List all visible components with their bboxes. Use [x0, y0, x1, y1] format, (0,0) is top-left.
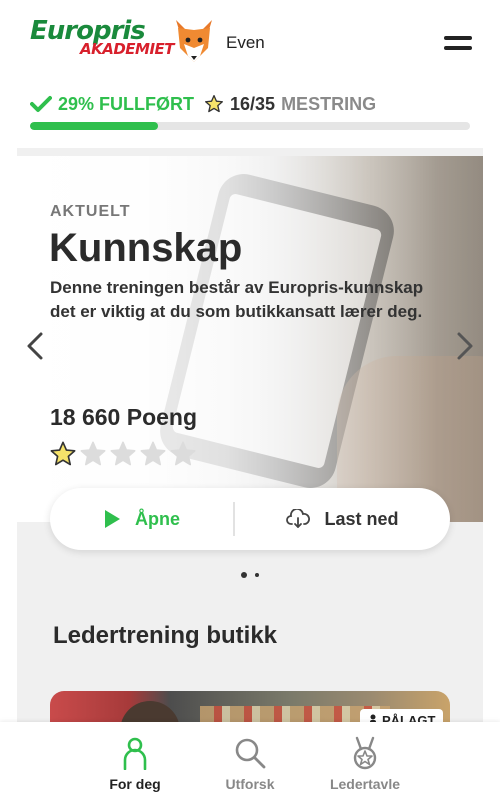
progress-bar-fill	[30, 122, 158, 130]
featured-course-hero[interactable]: AKTUELT Kunnskap Denne treningen består …	[17, 156, 483, 522]
nav-label-ledertavle: Ledertavle	[329, 776, 401, 792]
bottom-navigation: For deg Utforsk Ledertavle	[0, 722, 500, 800]
carousel-dot[interactable]	[241, 572, 247, 578]
mastery-label: MESTRING	[281, 93, 377, 114]
rating-stars	[49, 440, 197, 468]
carousel-prev-icon[interactable]	[23, 326, 47, 366]
nav-ledertavle[interactable]: Ledertavle	[305, 722, 425, 800]
star-icon	[205, 95, 224, 113]
hero-description: Denne treningen består av Europris-kunns…	[50, 278, 424, 321]
progress-summary: 29% FULLFØRT 16/35 MESTRING	[30, 93, 376, 115]
hero-title: Kunnskap	[49, 226, 243, 270]
europris-akademiet-logo[interactable]: Europris AKADEMIET	[30, 18, 175, 58]
search-icon	[235, 738, 266, 769]
carousel-dot[interactable]	[255, 573, 259, 577]
star-filled-icon	[50, 441, 76, 466]
hero-points: 18 660 Poeng	[50, 404, 198, 430]
star-empty-icon	[80, 441, 106, 466]
medal-icon	[353, 736, 377, 770]
username[interactable]: Even	[226, 33, 265, 53]
hamburger-menu-button[interactable]	[444, 36, 472, 54]
star-empty-icon	[110, 441, 136, 466]
completion-percent: 29% FULLFØRT	[58, 93, 195, 114]
menu-bar	[444, 46, 472, 50]
star-empty-icon	[140, 441, 166, 466]
mastery-count: 16/35	[230, 93, 276, 114]
nav-label-utforsk: Utforsk	[225, 776, 275, 792]
section-title: Ledertrening butikk	[53, 622, 278, 649]
hero-tag: AKTUELT	[50, 203, 131, 220]
menu-bar	[444, 36, 472, 40]
star-empty-icon	[170, 441, 196, 466]
person-icon	[123, 737, 147, 770]
course-actions: Åpne Last ned	[50, 488, 450, 550]
open-label: Åpne	[135, 508, 180, 529]
play-icon	[105, 510, 120, 528]
fox-avatar-icon[interactable]	[174, 18, 214, 64]
check-icon	[30, 96, 52, 112]
app-header: Europris AKADEMIET Even	[0, 0, 500, 90]
carousel-next-icon[interactable]	[453, 326, 477, 366]
nav-utforsk[interactable]: Utforsk	[190, 722, 310, 800]
download-label: Last ned	[324, 508, 399, 529]
carousel-indicator	[241, 572, 259, 578]
cloud-download-icon	[286, 509, 311, 528]
download-button[interactable]: Last ned	[235, 488, 450, 550]
logo-sub-text: AKADEMIET	[80, 40, 175, 58]
main-content: AKTUELT Kunnskap Denne treningen består …	[17, 148, 483, 728]
nav-for-deg[interactable]: For deg	[75, 722, 195, 800]
progress-bar	[30, 122, 470, 130]
nav-label-for-deg: For deg	[109, 776, 161, 792]
open-button[interactable]: Åpne	[50, 488, 233, 550]
